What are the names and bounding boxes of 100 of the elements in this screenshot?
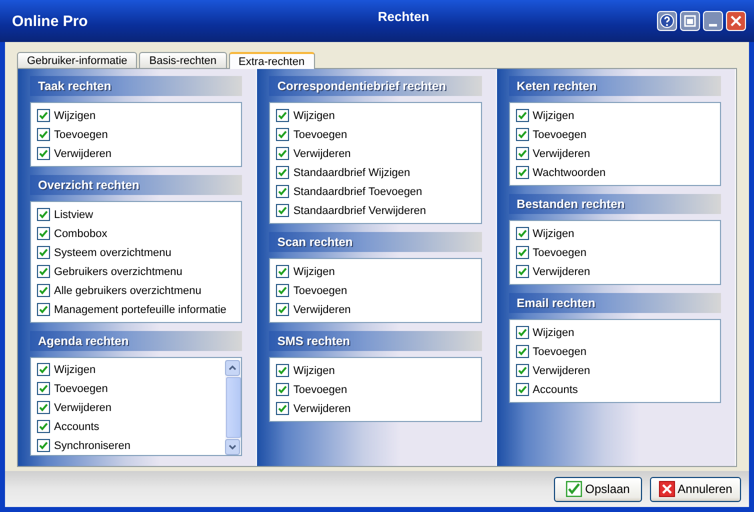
- checkbox[interactable]: [516, 109, 529, 122]
- window-icon[interactable]: [680, 11, 700, 31]
- help-icon[interactable]: [657, 11, 677, 31]
- section-header: Taak rechten: [30, 76, 242, 96]
- cancel-button[interactable]: Annuleren: [650, 476, 741, 502]
- checkbox-label[interactable]: Combobox: [54, 228, 108, 240]
- minimize-icon[interactable]: [703, 11, 723, 31]
- checkbox[interactable]: [37, 208, 50, 221]
- checkbox[interactable]: [37, 382, 50, 395]
- checkbox-label[interactable]: Standaardbrief Wijzigen: [293, 166, 410, 178]
- checkbox-label[interactable]: Verwijderen: [293, 304, 351, 316]
- section-header: Email rechten: [508, 293, 721, 313]
- checkbox-label[interactable]: Wijzigen: [532, 228, 574, 240]
- app-name: Online Pro: [12, 12, 88, 30]
- checkbox[interactable]: [37, 147, 50, 160]
- checkbox[interactable]: [37, 420, 50, 433]
- checkbox-label[interactable]: Standaardbrief Toevoegen: [293, 186, 422, 198]
- checkbox[interactable]: [37, 363, 50, 376]
- checkbox[interactable]: [37, 439, 50, 452]
- checkbox[interactable]: [276, 128, 290, 141]
- checkbox-label[interactable]: Toevoegen: [532, 246, 586, 258]
- checkbox[interactable]: [37, 265, 50, 278]
- checkbox[interactable]: [516, 364, 529, 377]
- checkbox-label[interactable]: Toevoegen: [293, 284, 348, 296]
- checkbox[interactable]: [516, 227, 529, 240]
- checkbox[interactable]: [516, 326, 529, 339]
- section-header: SMS rechten: [269, 331, 482, 351]
- checkbox-label[interactable]: Verwijderen: [54, 402, 112, 414]
- checkbox[interactable]: [37, 227, 50, 240]
- checkbox[interactable]: [516, 265, 529, 278]
- checkbox-label[interactable]: Accounts: [532, 384, 578, 396]
- save-button[interactable]: Opslaan: [554, 476, 642, 502]
- window-title: Rechten: [376, 9, 430, 24]
- tab[interactable]: Basis-rechten: [139, 52, 227, 68]
- checkbox-label[interactable]: Wijzigen: [293, 110, 335, 122]
- checkbox[interactable]: [37, 246, 50, 259]
- section-header: Correspondentiebrief rechten: [269, 76, 482, 96]
- checkbox-label[interactable]: Alle gebruikers overzichtmenu: [54, 284, 202, 296]
- section-header: Overzicht rechten: [30, 175, 242, 195]
- checkbox-label[interactable]: Toevoegen: [532, 128, 586, 140]
- checkbox-label[interactable]: Listview: [54, 208, 94, 220]
- checkbox-label[interactable]: Gebruikers overzichtmenu: [54, 266, 182, 278]
- checkbox[interactable]: [276, 166, 290, 179]
- checkbox-label[interactable]: Verwijderen: [532, 148, 590, 160]
- checkbox[interactable]: [276, 265, 290, 278]
- checkbox[interactable]: [516, 345, 529, 358]
- checkbox-label[interactable]: Verwijderen: [54, 148, 112, 160]
- checkbox-label[interactable]: Wijzigen: [293, 364, 335, 376]
- checkbox[interactable]: [276, 284, 290, 297]
- tab[interactable]: Gebruiker-informatie: [17, 52, 138, 68]
- checkbox-label[interactable]: Toevoegen: [54, 128, 108, 140]
- checkbox[interactable]: [516, 128, 529, 141]
- checkbox[interactable]: [276, 185, 290, 198]
- checkbox-label[interactable]: Synchroniseren: [54, 440, 130, 452]
- checkbox-label[interactable]: Toevoegen: [54, 382, 108, 394]
- scrollbar[interactable]: [225, 360, 242, 455]
- scroll-thumb[interactable]: [226, 377, 241, 438]
- checkbox-label[interactable]: Wijzigen: [532, 110, 574, 122]
- scroll-down-icon[interactable]: [225, 439, 240, 455]
- checkbox-label[interactable]: Toevoegen: [293, 384, 348, 396]
- checkbox-label[interactable]: Toevoegen: [532, 346, 586, 358]
- checkbox-label[interactable]: Wijzigen: [54, 364, 96, 376]
- checkbox[interactable]: [37, 303, 50, 316]
- checkbox-label[interactable]: Verwijderen: [293, 148, 351, 160]
- checkbox[interactable]: [37, 284, 50, 297]
- scroll-up-icon[interactable]: [225, 360, 240, 376]
- checkbox[interactable]: [516, 246, 529, 259]
- checkbox[interactable]: [276, 109, 290, 122]
- close-icon[interactable]: [726, 11, 746, 31]
- cross-icon: [658, 481, 675, 497]
- section-header: Bestanden rechten: [508, 194, 721, 214]
- checkbox-label[interactable]: Wijzigen: [293, 266, 335, 278]
- checkbox[interactable]: [276, 303, 290, 316]
- checkbox[interactable]: [37, 128, 50, 141]
- checkbox-label[interactable]: Standaardbrief Verwijderen: [293, 204, 426, 216]
- checkbox[interactable]: [37, 401, 50, 414]
- checkbox[interactable]: [516, 147, 529, 160]
- checkbox-label[interactable]: Accounts: [54, 420, 100, 432]
- checkbox-label[interactable]: Wijzigen: [532, 326, 574, 338]
- checkbox[interactable]: [516, 383, 529, 396]
- checkbox[interactable]: [276, 147, 290, 160]
- checkbox-label[interactable]: Wachtwoorden: [532, 166, 606, 178]
- checkbox-label[interactable]: Wijzigen: [54, 110, 96, 122]
- checkbox-label[interactable]: Verwijderen: [293, 402, 351, 414]
- checkbox-label[interactable]: Management portefeuille informatie: [54, 304, 226, 316]
- checkbox-label[interactable]: Toevoegen: [293, 128, 348, 140]
- checkbox[interactable]: [276, 364, 290, 377]
- checkbox[interactable]: [276, 383, 290, 396]
- section-header: Agenda rechten: [30, 331, 242, 351]
- checkbox[interactable]: [37, 109, 50, 122]
- tab[interactable]: Extra-rechten: [228, 52, 315, 69]
- checkbox[interactable]: [276, 402, 290, 415]
- checkbox-label[interactable]: Verwijderen: [532, 364, 590, 376]
- checkbox-label[interactable]: Verwijderen: [532, 266, 590, 278]
- section-header: Keten rechten: [508, 76, 721, 96]
- section-header: Scan rechten: [269, 232, 482, 252]
- checkbox-label[interactable]: Systeem overzichtmenu: [54, 246, 172, 258]
- checkbox[interactable]: [516, 166, 529, 179]
- check-icon: [566, 481, 582, 497]
- checkbox[interactable]: [276, 204, 290, 217]
